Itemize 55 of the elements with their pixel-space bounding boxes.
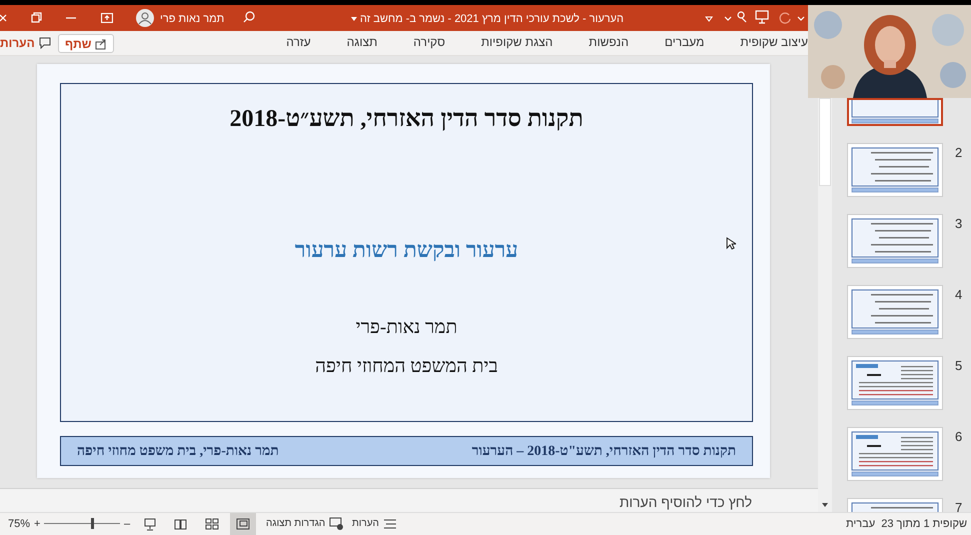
share-button[interactable]: שתף <box>58 34 114 53</box>
zoom-out-button[interactable]: – <box>124 516 130 532</box>
monitor-icon <box>329 516 344 530</box>
footer-text: תמר נאות-פרי, בית משפט מחוזי חיפה <box>77 442 279 460</box>
mouse-pointer-icon <box>726 237 736 251</box>
refresh-icon[interactable] <box>778 11 792 25</box>
ribbon-tab[interactable]: הצגת שקופיות <box>479 32 555 52</box>
slide-counter: שקופית 1 מתוך 23 <box>881 517 967 532</box>
caret-icon[interactable] <box>350 15 358 23</box>
presenter-view-icon <box>143 518 157 530</box>
view-button[interactable] <box>230 513 256 535</box>
comments-button[interactable]: הערות <box>0 34 51 52</box>
slide-number: 3 <box>955 215 962 233</box>
document-title: הערעור - לשכת עורכי הדין מרץ 2021 - נשמר ב- מחשב זה <box>360 12 624 27</box>
scrollbar[interactable] <box>818 98 832 512</box>
slide-number: 5 <box>955 357 962 375</box>
slide-title: תקנות סדר הדין האזרחי, תשע״ט-2018 <box>230 105 584 134</box>
restore-icon[interactable] <box>31 12 42 23</box>
zoom-level[interactable]: 75% <box>8 516 30 532</box>
notes-icon <box>383 518 398 530</box>
presentation-icon[interactable] <box>755 10 769 24</box>
language-indicator[interactable]: עברית <box>846 516 876 532</box>
slide-court: בית המשפט המחוזי חיפה <box>315 354 498 378</box>
notes-button[interactable]: הערות <box>352 516 398 531</box>
slide-number: 6 <box>955 428 962 446</box>
user-name[interactable]: תמר נאות פרי <box>160 11 224 28</box>
avatar-icon[interactable] <box>136 9 154 27</box>
scrollbar-thumb[interactable] <box>819 98 831 186</box>
slide-subtitle: ערעור ובקשת רשות ערעור <box>294 236 518 264</box>
caret-icon[interactable] <box>724 15 732 23</box>
footer-text: תקנות סדר הדין האזרחי, תשע"ט-2018 – הערעור <box>472 442 736 460</box>
ribbon-tab[interactable]: עזרה <box>284 32 313 52</box>
ribbon-display-icon[interactable] <box>101 13 113 23</box>
slide-author: תמר נאות-פרי <box>356 316 458 340</box>
sorter-view-icon <box>205 518 219 530</box>
slide-number: 2 <box>955 144 962 162</box>
slide-number: 7 <box>955 499 962 512</box>
ribbon-tab[interactable]: הנפשות <box>586 32 631 52</box>
reading-view-icon <box>174 518 188 530</box>
ribbon-tab[interactable]: סקירה <box>411 32 448 52</box>
ribbon-tab[interactable]: תצוגה <box>344 32 380 52</box>
ribbon-tab[interactable]: עיצוב שקופית <box>738 32 810 52</box>
close-icon[interactable] <box>0 12 7 24</box>
notes-placeholder[interactable]: לחץ כדי להוסיף הערות <box>619 494 752 510</box>
display-settings-button[interactable]: הגדרות תצוגה <box>266 516 344 531</box>
share-icon <box>95 38 108 50</box>
normal-view-icon <box>236 518 250 530</box>
slide-thumbnail[interactable] <box>847 98 943 126</box>
ribbon-tab[interactable]: מעברים <box>662 32 706 52</box>
caret-icon[interactable] <box>705 15 713 23</box>
slide-number: 4 <box>955 286 962 304</box>
search-icon[interactable] <box>243 11 255 23</box>
comment-icon <box>38 37 51 49</box>
caret-icon[interactable] <box>797 15 805 23</box>
zoom-in-button[interactable]: + <box>34 516 40 532</box>
